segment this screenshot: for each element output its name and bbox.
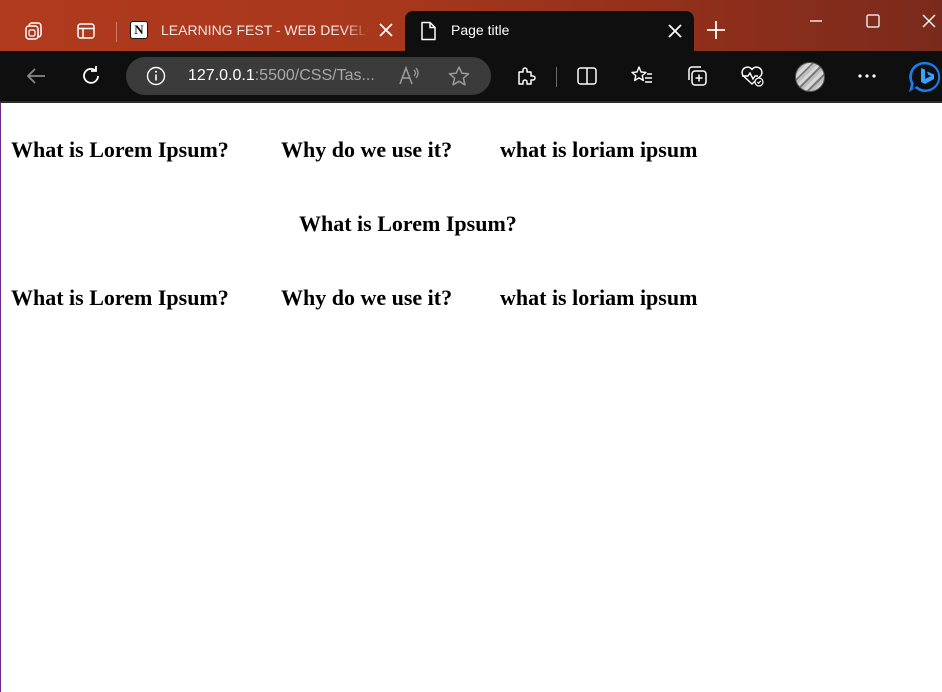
tab-title: Page title bbox=[451, 22, 510, 38]
browser-toolbar: 127.0.0.1:5500/CSS/Tas... bbox=[0, 51, 942, 101]
tab-page-title[interactable]: Page title bbox=[405, 11, 694, 51]
heading-why-do-we-use-it: Why do we use it? bbox=[281, 137, 453, 162]
refresh-icon[interactable] bbox=[78, 63, 104, 89]
new-tab-icon[interactable] bbox=[705, 19, 727, 41]
heading-why-do-we-use-it: Why do we use it? bbox=[281, 285, 453, 310]
url-host: 127.0.0.1 bbox=[188, 67, 255, 84]
heading-what-is-loriam-ipsum: what is loriam ipsum bbox=[500, 137, 698, 162]
heading-centered-lorem-ipsum: What is Lorem Ipsum? bbox=[299, 211, 517, 236]
more-options-icon[interactable] bbox=[854, 63, 880, 89]
close-icon[interactable] bbox=[377, 21, 395, 39]
collections-icon[interactable] bbox=[684, 63, 710, 89]
favorites-icon[interactable] bbox=[629, 63, 655, 89]
notion-icon: N bbox=[130, 21, 148, 39]
address-url: 127.0.0.1:5500/CSS/Tas... bbox=[188, 67, 375, 85]
profile-avatar[interactable] bbox=[795, 62, 825, 92]
page-content: What is Lorem Ipsum? Why do we use it? w… bbox=[0, 103, 942, 692]
extensions-icon[interactable] bbox=[513, 63, 539, 89]
read-aloud-icon[interactable] bbox=[397, 65, 421, 87]
url-path: :5500/CSS/Tas... bbox=[254, 67, 375, 84]
heading-what-is-lorem-ipsum: What is Lorem Ipsum? bbox=[11, 285, 229, 310]
maximize-icon[interactable] bbox=[862, 10, 884, 32]
browser-essentials-icon[interactable] bbox=[739, 63, 765, 89]
toolbar-divider bbox=[556, 67, 557, 87]
tab-title: LEARNING FEST - WEB DEVELOPMENT bbox=[161, 22, 369, 38]
page-icon bbox=[421, 21, 436, 41]
workspaces-icon[interactable] bbox=[20, 17, 48, 45]
heading-what-is-lorem-ipsum: What is Lorem Ipsum? bbox=[11, 137, 229, 162]
back-icon[interactable] bbox=[23, 63, 49, 89]
tab-separator bbox=[116, 22, 117, 42]
address-bar[interactable]: 127.0.0.1:5500/CSS/Tas... bbox=[126, 57, 491, 95]
heading-what-is-loriam-ipsum: what is loriam ipsum bbox=[500, 285, 698, 310]
close-icon[interactable] bbox=[667, 23, 683, 39]
bing-chat-icon[interactable] bbox=[906, 59, 942, 95]
minimize-icon[interactable] bbox=[805, 10, 827, 32]
title-bar: N LEARNING FEST - WEB DEVELOPMENT Page t… bbox=[0, 0, 942, 51]
site-info-icon[interactable] bbox=[146, 66, 166, 86]
favorite-star-icon[interactable] bbox=[447, 65, 471, 87]
tab-learning-fest[interactable]: N LEARNING FEST - WEB DEVELOPMENT bbox=[116, 10, 402, 51]
split-screen-icon[interactable] bbox=[574, 63, 600, 89]
window-close-icon[interactable] bbox=[918, 10, 940, 32]
tab-actions-icon[interactable] bbox=[72, 17, 100, 45]
